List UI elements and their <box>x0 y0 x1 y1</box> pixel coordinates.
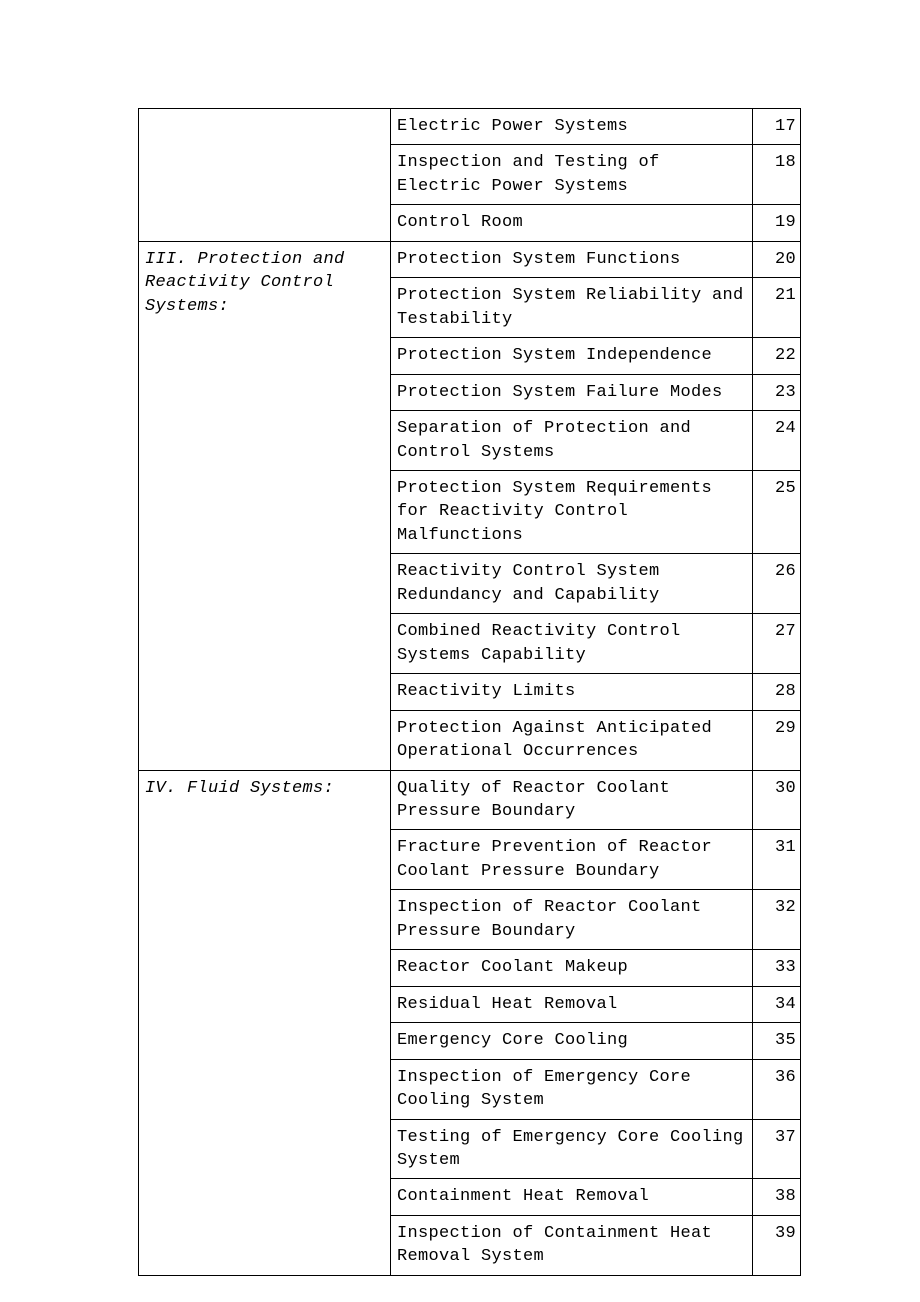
item-cell: Inspection of Containment Heat Removal S… <box>391 1215 753 1275</box>
table-row: Electric Power Systems17 <box>139 109 801 145</box>
item-cell: Emergency Core Cooling <box>391 1023 753 1059</box>
item-cell: Inspection of Emergency Core Cooling Sys… <box>391 1059 753 1119</box>
number-cell: 17 <box>753 109 801 145</box>
item-cell: Reactivity Control System Redundancy and… <box>391 554 753 614</box>
item-cell: Control Room <box>391 205 753 241</box>
number-cell: 39 <box>753 1215 801 1275</box>
document-page: Electric Power Systems17Inspection and T… <box>0 0 920 1302</box>
item-cell: Protection Against Anticipated Operation… <box>391 710 753 770</box>
number-cell: 28 <box>753 674 801 710</box>
number-cell: 35 <box>753 1023 801 1059</box>
content-table: Electric Power Systems17Inspection and T… <box>138 108 801 1276</box>
number-cell: 27 <box>753 614 801 674</box>
item-cell: Protection System Independence <box>391 338 753 374</box>
number-cell: 31 <box>753 830 801 890</box>
number-cell: 25 <box>753 470 801 553</box>
item-cell: Testing of Emergency Core Cooling System <box>391 1119 753 1179</box>
number-cell: 36 <box>753 1059 801 1119</box>
item-cell: Inspection of Reactor Coolant Pressure B… <box>391 890 753 950</box>
table-row: III. Protection and Reactivity Control S… <box>139 241 801 277</box>
number-cell: 38 <box>753 1179 801 1215</box>
number-cell: 29 <box>753 710 801 770</box>
item-cell: Protection System Reliability and Testab… <box>391 278 753 338</box>
number-cell: 37 <box>753 1119 801 1179</box>
number-cell: 24 <box>753 411 801 471</box>
item-cell: Protection System Failure Modes <box>391 374 753 410</box>
item-cell: Protection System Requirements for React… <box>391 470 753 553</box>
item-cell: Reactivity Limits <box>391 674 753 710</box>
number-cell: 33 <box>753 950 801 986</box>
item-cell: Combined Reactivity Control Systems Capa… <box>391 614 753 674</box>
number-cell: 18 <box>753 145 801 205</box>
item-cell: Reactor Coolant Makeup <box>391 950 753 986</box>
table-row: IV. Fluid Systems:Quality of Reactor Coo… <box>139 770 801 830</box>
item-cell: Quality of Reactor Coolant Pressure Boun… <box>391 770 753 830</box>
section-cell: III. Protection and Reactivity Control S… <box>139 241 391 770</box>
section-cell <box>139 109 391 242</box>
number-cell: 23 <box>753 374 801 410</box>
item-cell: Residual Heat Removal <box>391 986 753 1022</box>
section-cell: IV. Fluid Systems: <box>139 770 391 1275</box>
number-cell: 32 <box>753 890 801 950</box>
number-cell: 19 <box>753 205 801 241</box>
number-cell: 30 <box>753 770 801 830</box>
number-cell: 20 <box>753 241 801 277</box>
number-cell: 21 <box>753 278 801 338</box>
number-cell: 26 <box>753 554 801 614</box>
item-cell: Electric Power Systems <box>391 109 753 145</box>
number-cell: 34 <box>753 986 801 1022</box>
item-cell: Protection System Functions <box>391 241 753 277</box>
number-cell: 22 <box>753 338 801 374</box>
item-cell: Inspection and Testing of Electric Power… <box>391 145 753 205</box>
item-cell: Containment Heat Removal <box>391 1179 753 1215</box>
item-cell: Separation of Protection and Control Sys… <box>391 411 753 471</box>
item-cell: Fracture Prevention of Reactor Coolant P… <box>391 830 753 890</box>
